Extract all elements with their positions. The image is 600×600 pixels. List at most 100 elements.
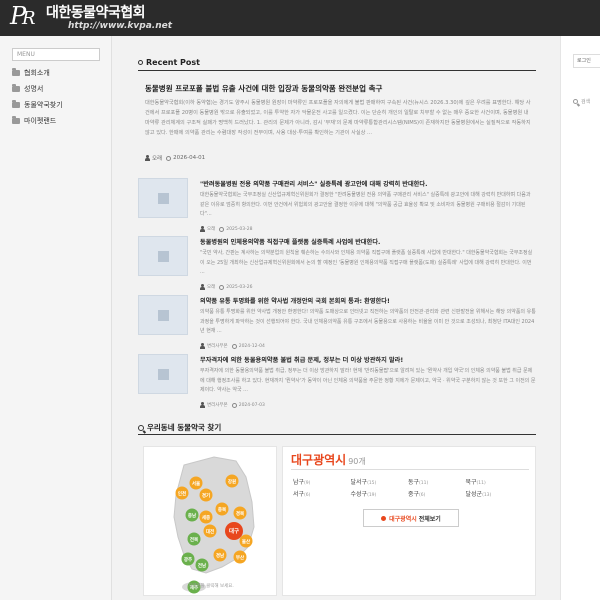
circle-icon [138, 60, 143, 65]
map-region-label: 대전 [206, 528, 214, 535]
map-region-marker[interactable]: 울산 [239, 534, 253, 548]
divider [138, 70, 536, 71]
menu-label: MENU [12, 48, 100, 61]
site-url: http://www.kvpa.net [68, 20, 173, 31]
map-region-label: 경북 [236, 510, 244, 517]
featured-post-excerpt: 대한동물약국협회(이하 동약협)는 경기도 양주시 동물병원 원장이 마약류인 … [145, 100, 531, 136]
list-item: 동물병원의 인체용의약품 직접구매 플랫폼 실증특례 사업에 반대한다. "국민… [138, 236, 536, 291]
post-excerpt: 무자격자에 의한 동물용의약품 불법 취급, 정부는 더 이상 방관하지 말라!… [200, 368, 536, 393]
folder-icon [12, 84, 20, 92]
selected-region-count: 90개 [348, 457, 366, 466]
map-region-label: 부산 [236, 554, 245, 561]
map-region-marker[interactable]: 광주 [181, 552, 195, 566]
location-dot-icon [381, 515, 387, 521]
author-icon [200, 402, 205, 408]
folder-icon [12, 100, 20, 108]
sidebar-item-statements[interactable]: 성명서 [12, 84, 43, 94]
map-region-marker[interactable]: 전북 [187, 532, 201, 546]
map-region-label: 경남 [216, 552, 225, 559]
thumbnail-placeholder-icon[interactable] [138, 295, 188, 335]
login-box[interactable]: 로그인 [573, 54, 600, 68]
site-header: P R 대한동물약국협회 http://www.kvpa.net [0, 0, 600, 36]
post-excerpt: 의약품 유통 투명화를 위한 약사법 개정안 환영한다! 의약품 도매상으로 인… [200, 309, 536, 334]
map-region-marker[interactable]: 대구 [225, 522, 243, 540]
map-region-marker[interactable]: 부산 [233, 550, 247, 564]
district-link[interactable]: 달성군(13) [466, 489, 524, 498]
post-author[interactable]: 오래 [152, 154, 162, 162]
post-title[interactable]: 동물병원의 인체용의약품 직접구매 플랫폼 실증특례 사업에 반대한다. [200, 237, 536, 246]
map-region-marker[interactable]: 충북 [215, 502, 229, 516]
thumbnail-placeholder-icon[interactable] [138, 178, 188, 218]
sidebar-item-label: 동물약국찾기 [24, 101, 63, 109]
divider [138, 434, 536, 435]
thumbnail-placeholder-icon[interactable] [138, 354, 188, 394]
map-region-label: 서울 [192, 480, 200, 487]
sidebar-item-find-pharmacy[interactable]: 동물약국찾기 [12, 100, 63, 110]
post-author[interactable]: 변리사무본 [207, 343, 228, 349]
map-region-marker[interactable]: 전남 [195, 558, 209, 572]
map-region-marker[interactable]: 경북 [233, 506, 247, 520]
map-region-marker[interactable]: 경남 [213, 548, 227, 562]
post-title[interactable]: 무자격자에 의한 동물용의약품 불법 취급 문제, 정부는 더 이상 방관하지 … [200, 355, 536, 364]
district-link[interactable]: 달서구(15) [351, 477, 409, 486]
logo-letter-r: R [22, 8, 36, 29]
district-link[interactable]: 남구(9) [293, 477, 351, 486]
sidebar: MENU 협회소개 성명서 동물약국찾기 마이펫랜드 [0, 36, 112, 600]
sidebar-item-mypetland[interactable]: 마이펫랜드 [12, 116, 56, 126]
folder-icon [12, 116, 20, 124]
map-region-label: 경기 [202, 492, 210, 499]
view-all-label: 전체보기 [418, 515, 441, 523]
map-region-label: 충남 [188, 512, 197, 519]
map-region-marker[interactable]: 충남 [185, 508, 199, 522]
recent-post-heading-text: Recent Post [146, 58, 201, 67]
map-caption: 지역명을 클릭해 보세요. [188, 584, 234, 589]
folder-icon [12, 68, 20, 76]
post-title[interactable]: 의약품 유통 투명화를 위한 약사법 개정안의 국회 본회의 통과: 환영한다! [200, 296, 536, 305]
post-excerpt: "국민 약사, 간판는 계사하는 의약분업의 원칙을 훼손하는 수의사와 인체용… [200, 250, 533, 275]
district-link[interactable]: 서구(6) [293, 489, 351, 498]
map-region-label: 대구 [229, 527, 239, 535]
post-author[interactable]: 변리사무본 [207, 402, 228, 408]
region-info-panel: 대구광역시 90개 남구(9) 달서구(15) 동구(11) 북구(11) 서구… [282, 446, 536, 596]
map-region-marker[interactable]: 세종 [199, 510, 213, 524]
logo-mark-icon: P R [10, 2, 40, 32]
right-sidebar: 로그인 검색 [560, 36, 600, 600]
site-logo[interactable]: P R 대한동물약국협회 http://www.kvpa.net [10, 2, 173, 32]
author-icon [200, 343, 205, 349]
recent-post-heading: Recent Post [138, 58, 200, 67]
search-icon [138, 424, 144, 431]
map-region-marker[interactable]: 서울 [189, 476, 203, 490]
sidebar-item-label: 성명서 [24, 85, 44, 93]
map-region-marker[interactable]: 대전 [203, 524, 217, 538]
map-region-marker[interactable]: 강원 [225, 474, 239, 488]
sidebar-item-label: 마이펫랜드 [24, 117, 57, 125]
search-placeholder: 검색 [581, 98, 591, 105]
post-date: 2025-03-26 [226, 284, 253, 290]
list-item: 의약품 유통 투명화를 위한 약사법 개정안의 국회 본회의 통과: 환영한다!… [138, 295, 536, 350]
main-content: Recent Post 동물병원 프로포폴 불법 유출 사건에 대한 입장과 동… [112, 36, 560, 600]
clock-icon [231, 343, 237, 349]
featured-post-title[interactable]: 동물병원 프로포폴 불법 유출 사건에 대한 입장과 동물의약품 완전분업 촉구 [145, 83, 525, 94]
post-author[interactable]: 오래 [207, 226, 215, 232]
post-author[interactable]: 오래 [207, 284, 215, 290]
post-date: 2024-12-04 [238, 343, 265, 349]
map-region-label: 인천 [178, 490, 186, 497]
map-region-label: 전남 [198, 562, 207, 569]
sidebar-item-about[interactable]: 협회소개 [12, 68, 50, 78]
view-all-button[interactable]: 대구광역시 전체보기 [363, 509, 459, 527]
clock-icon [219, 226, 225, 232]
sidebar-item-label: 협회소개 [24, 69, 50, 77]
district-link[interactable]: 수성구(19) [351, 489, 409, 498]
thumbnail-placeholder-icon[interactable] [138, 236, 188, 276]
district-link[interactable]: 동구(11) [408, 477, 466, 486]
list-item: 무자격자에 의한 동물용의약품 불법 취급 문제, 정부는 더 이상 방관하지 … [138, 354, 536, 409]
district-link[interactable]: 중구(6) [408, 489, 466, 498]
district-link[interactable]: 북구(11) [466, 477, 524, 486]
map-region-marker[interactable]: 경기 [199, 488, 213, 502]
sidebar-search[interactable]: 검색 [573, 94, 600, 108]
featured-post-meta: 오래 2026-04-01 [145, 154, 205, 162]
post-title[interactable]: "반려동물병원 전용 의약품 구매관리 서비스" 실증특례 광고안에 대해 강력… [200, 179, 536, 188]
korea-map-panel: 서울 인천 경기 강원 충북 충남 세종 대전 경북 대구 전북 울산 광주 부산 경남 전남 제주 지역명을 … [143, 446, 277, 596]
map-region-marker[interactable]: 인천 [175, 486, 189, 500]
map-region-label: 전북 [190, 536, 198, 543]
